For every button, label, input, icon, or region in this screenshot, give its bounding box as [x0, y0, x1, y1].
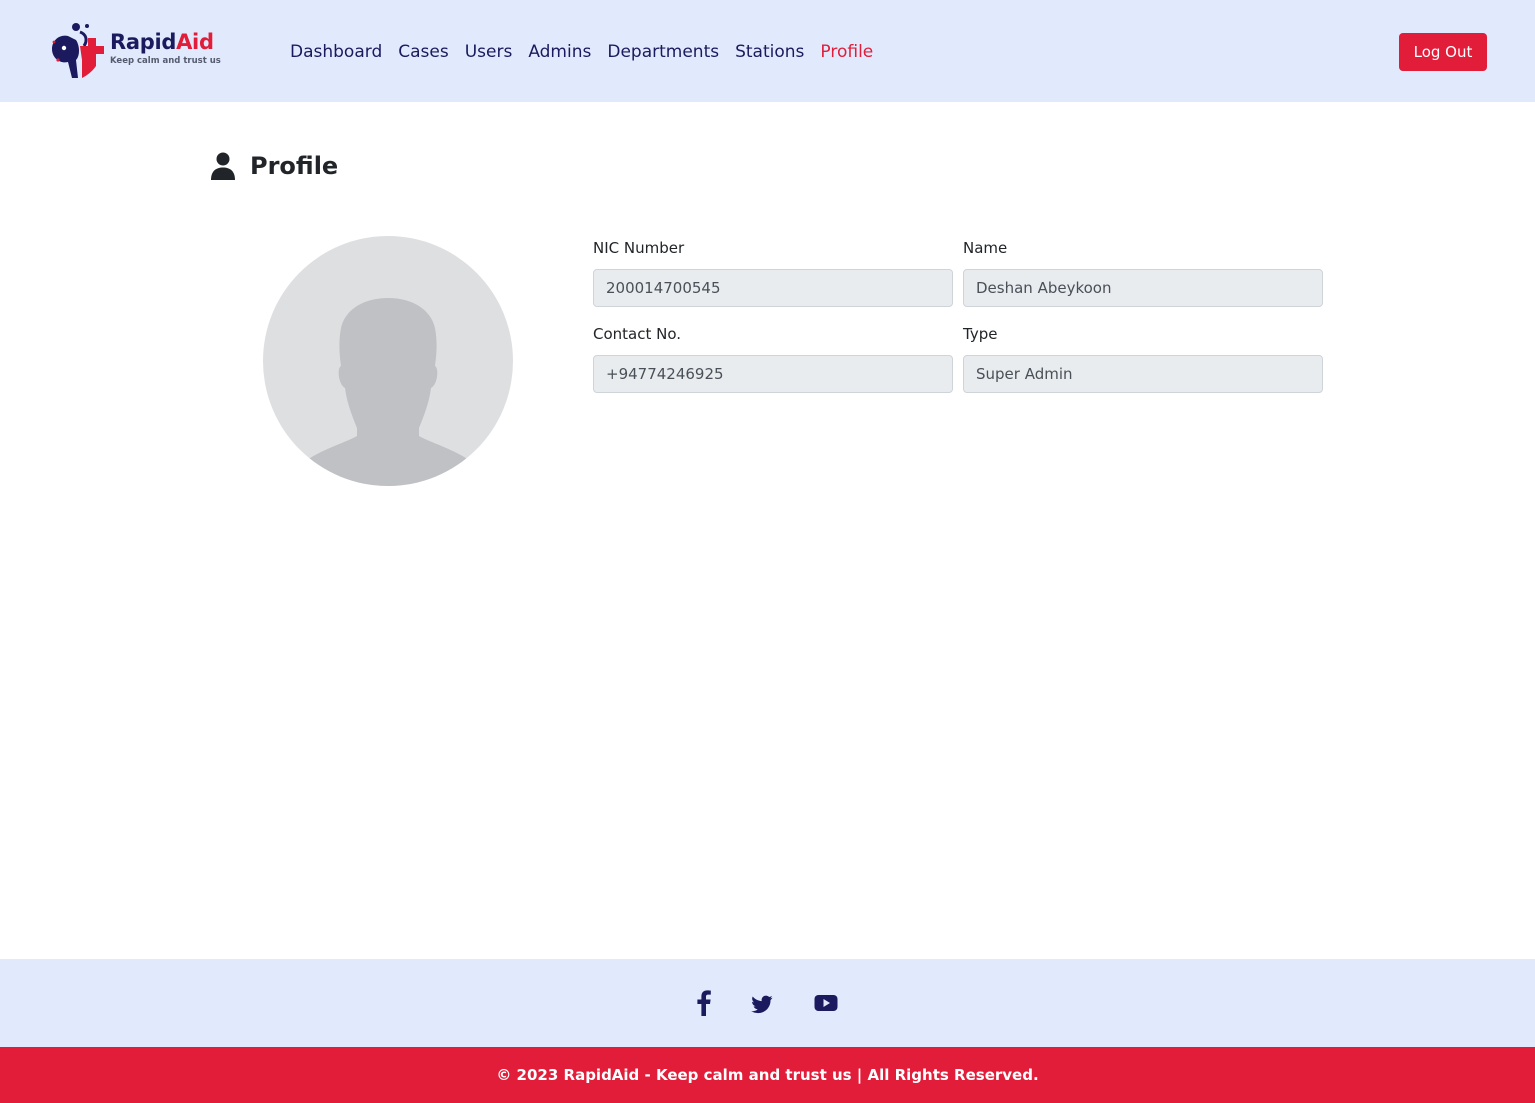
nic-number-group: NIC Number — [593, 237, 953, 307]
twitter-icon[interactable] — [751, 990, 773, 1016]
brand-name: RapidAid — [110, 30, 221, 55]
logout-button[interactable]: Log Out — [1399, 33, 1487, 71]
profile-avatar — [263, 236, 513, 486]
copyright-bar: © 2023 RapidAid - Keep calm and trust us… — [0, 1047, 1535, 1103]
contact-number-group: Contact No. — [593, 323, 953, 393]
name-label: Name — [963, 239, 1008, 257]
nav-profile[interactable]: Profile — [820, 38, 873, 66]
contact-number-field[interactable] — [593, 355, 953, 393]
avatar-silhouette-icon — [307, 298, 469, 486]
nav-cases[interactable]: Cases — [398, 38, 448, 66]
youtube-icon[interactable] — [814, 990, 838, 1016]
type-field[interactable] — [963, 355, 1323, 393]
copyright-text: © 2023 RapidAid - Keep calm and trust us… — [496, 1066, 1039, 1084]
name-group: Name — [963, 237, 1323, 307]
nav-departments[interactable]: Departments — [607, 38, 719, 66]
user-icon — [211, 152, 235, 180]
facebook-icon[interactable] — [697, 990, 711, 1016]
nav-admins[interactable]: Admins — [528, 38, 591, 66]
name-field[interactable] — [963, 269, 1323, 307]
brand-tagline: Keep calm and trust us — [110, 56, 221, 66]
nav-users[interactable]: Users — [465, 38, 513, 66]
type-group: Type — [963, 323, 1323, 393]
logo-mark-icon — [52, 23, 104, 78]
nic-number-field[interactable] — [593, 269, 953, 307]
nav-dashboard[interactable]: Dashboard — [290, 38, 382, 66]
brand-name-part1: Rapid — [110, 30, 177, 54]
contact-number-label: Contact No. — [593, 325, 682, 343]
main-nav: Dashboard Cases Users Admins Departments… — [290, 38, 889, 66]
page-title: Profile — [250, 152, 339, 180]
page-header: Profile — [211, 148, 338, 184]
nav-stations[interactable]: Stations — [735, 38, 804, 66]
top-navbar: RapidAid Keep calm and trust us Dashboar… — [0, 0, 1535, 102]
brand-name-part2: Aid — [176, 30, 214, 54]
rapidaid-logo[interactable]: RapidAid Keep calm and trust us — [46, 20, 221, 82]
type-label: Type — [963, 325, 998, 343]
nic-number-label: NIC Number — [593, 239, 685, 257]
